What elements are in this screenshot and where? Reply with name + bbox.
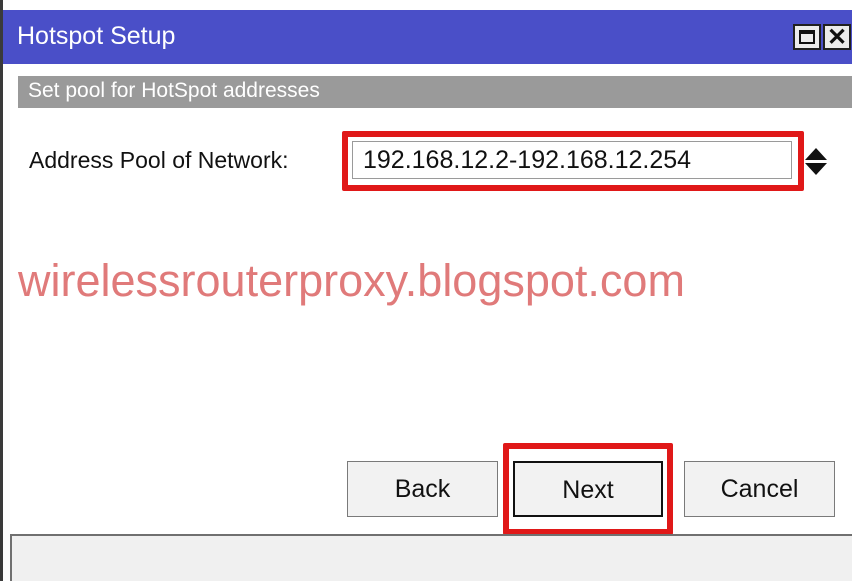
- window-title: Hotspot Setup: [17, 22, 176, 50]
- close-icon: ✕: [826, 24, 848, 51]
- address-pool-label: Address Pool of Network:: [29, 147, 289, 173]
- title-bar[interactable]: Hotspot Setup ✕: [3, 10, 852, 64]
- window-border: [0, 0, 3, 581]
- status-bar: [10, 534, 852, 581]
- step-description: Set pool for HotSpot addresses: [28, 79, 320, 102]
- highlight-box-input: [342, 131, 804, 191]
- spinner-down-icon[interactable]: [805, 163, 827, 175]
- cancel-button[interactable]: Cancel: [684, 461, 835, 517]
- close-button[interactable]: ✕: [823, 24, 851, 51]
- maximize-icon: [799, 30, 815, 44]
- hotspot-setup-dialog: Hotspot Setup ✕ Set pool for HotSpot add…: [0, 0, 852, 581]
- back-button[interactable]: Back: [347, 461, 498, 517]
- watermark-text: wirelessrouterproxy.blogspot.com: [18, 255, 685, 306]
- spinner-up-icon[interactable]: [805, 148, 827, 160]
- maximize-button[interactable]: [793, 24, 821, 50]
- highlight-box-next: [503, 443, 673, 535]
- pool-spinner[interactable]: [805, 148, 827, 176]
- step-header: Set pool for HotSpot addresses: [18, 76, 852, 108]
